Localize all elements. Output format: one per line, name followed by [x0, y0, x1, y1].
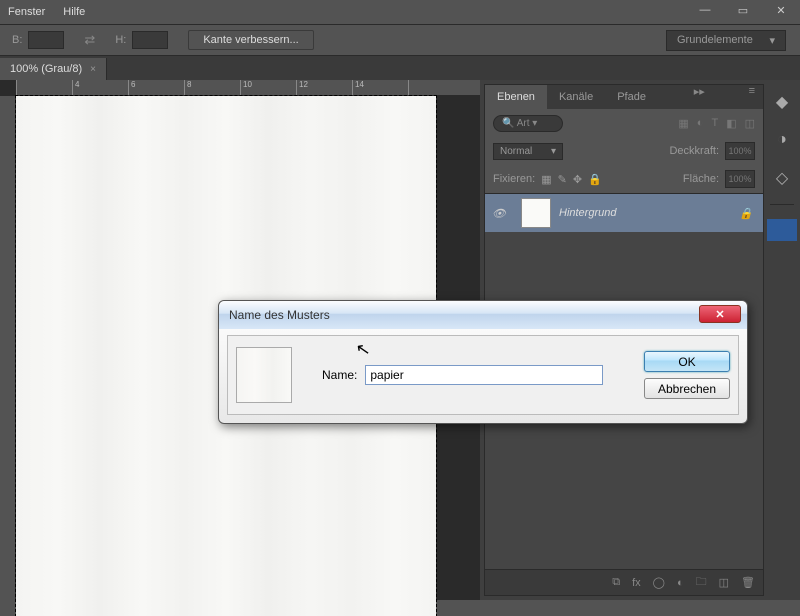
minimize-button[interactable]: —	[686, 0, 724, 20]
refine-edge-button[interactable]: Kante verbessern...	[188, 30, 313, 50]
panel-collapse-icon[interactable]: ▸▸	[686, 85, 713, 109]
document-tab[interactable]: 100% (Grau/8) ×	[0, 58, 107, 80]
paths-icon[interactable]: ◇	[770, 166, 794, 190]
width-input[interactable]	[28, 31, 64, 49]
layer-thumbnail[interactable]	[521, 198, 551, 228]
new-layer-icon[interactable]: ◫	[719, 576, 729, 589]
lock-transparency-icon[interactable]: ▦	[541, 173, 551, 186]
blend-mode-dropdown[interactable]: Normal▾	[493, 143, 563, 160]
tab-paths[interactable]: Pfade	[605, 85, 658, 109]
mask-icon[interactable]: ◯	[653, 576, 665, 589]
presets-dropdown[interactable]: Grundelemente▾	[666, 30, 786, 51]
tab-channels[interactable]: Kanäle	[547, 85, 605, 109]
dialog-body: Name: OK Abbrechen	[227, 335, 739, 415]
opacity-input[interactable]: 100%	[725, 142, 755, 160]
layer-filter-dropdown[interactable]: 🔍 Art ▾	[493, 115, 563, 132]
dialog-close-button[interactable]: ✕	[699, 305, 741, 323]
dialog-title: Name des Musters	[229, 308, 330, 322]
layer-name[interactable]: Hintergrund	[559, 207, 616, 219]
panel-menu-icon[interactable]: ≡	[741, 85, 763, 109]
lock-pixels-icon[interactable]: ✎	[558, 173, 567, 186]
dialog-titlebar[interactable]: Name des Musters ✕	[219, 301, 747, 329]
collapsed-panel-strip: ◆ ◑ ◇	[764, 80, 800, 600]
ok-button[interactable]: OK	[644, 351, 730, 372]
tab-layers[interactable]: Ebenen	[485, 85, 547, 109]
delete-layer-icon[interactable]: 🗑	[741, 576, 755, 589]
menu-window[interactable]: Fenster	[8, 6, 45, 18]
layers-icon[interactable]: ◆	[770, 90, 794, 114]
panel-tab-bar: Ebenen Kanäle Pfade ▸▸ ≡	[485, 85, 763, 109]
lock-position-icon[interactable]: ✥	[573, 173, 582, 186]
menu-bar: Fenster Hilfe	[0, 0, 800, 24]
pattern-name-input[interactable]	[365, 365, 603, 385]
fx-icon[interactable]: fx	[632, 577, 641, 589]
layers-footer: ⧉ fx ◯ ◐ 🗀 ◫ 🗑	[485, 569, 763, 595]
lock-icon: 🔒	[739, 207, 753, 220]
close-button[interactable]: ✕	[762, 0, 800, 20]
menu-help[interactable]: Hilfe	[63, 6, 85, 18]
channels-icon[interactable]: ◑	[770, 128, 794, 152]
filter-adjust-icon[interactable]: ◐	[697, 117, 704, 130]
filter-type-icon[interactable]: T	[711, 117, 718, 130]
ruler-vertical	[0, 96, 16, 600]
options-bar: B: ⇄ H: Kante verbessern... Grundelement…	[0, 24, 800, 56]
document-tab-bar: 100% (Grau/8) ×	[0, 56, 800, 80]
fill-input[interactable]: 100%	[725, 170, 755, 188]
cancel-button[interactable]: Abbrechen	[644, 378, 730, 399]
filter-shape-icon[interactable]: ◧	[726, 117, 736, 130]
link-layers-icon[interactable]: ⧉	[612, 576, 620, 589]
pattern-preview	[236, 347, 292, 403]
adjustment-icon[interactable]: ◐	[677, 577, 684, 589]
height-label: H:	[115, 34, 126, 46]
filter-smart-icon[interactable]: ◫	[745, 117, 755, 130]
ruler-horizontal: 468101214	[16, 80, 480, 96]
active-panel-icon[interactable]	[767, 219, 797, 241]
close-tab-icon[interactable]: ×	[90, 64, 96, 75]
pattern-name-dialog: Name des Musters ✕ Name: OK Abbrechen	[218, 300, 748, 424]
lock-all-icon[interactable]: 🔒	[588, 173, 602, 186]
visibility-icon[interactable]: 👁	[485, 207, 513, 220]
lock-label: Fixieren:	[493, 173, 535, 185]
layer-row[interactable]: 👁 Hintergrund 🔒	[485, 194, 763, 232]
width-label: B:	[12, 34, 22, 46]
document-tab-label: 100% (Grau/8)	[10, 63, 82, 75]
fill-label: Fläche:	[683, 173, 719, 185]
maximize-button[interactable]: ▭	[724, 0, 762, 20]
swap-icon[interactable]: ⇄	[84, 32, 95, 48]
filter-pixel-icon[interactable]: ▦	[678, 117, 688, 130]
opacity-label: Deckkraft:	[669, 145, 719, 157]
name-label: Name:	[322, 368, 357, 382]
height-input[interactable]	[132, 31, 168, 49]
window-controls: — ▭ ✕	[686, 0, 800, 20]
group-icon[interactable]: 🗀	[696, 573, 707, 592]
